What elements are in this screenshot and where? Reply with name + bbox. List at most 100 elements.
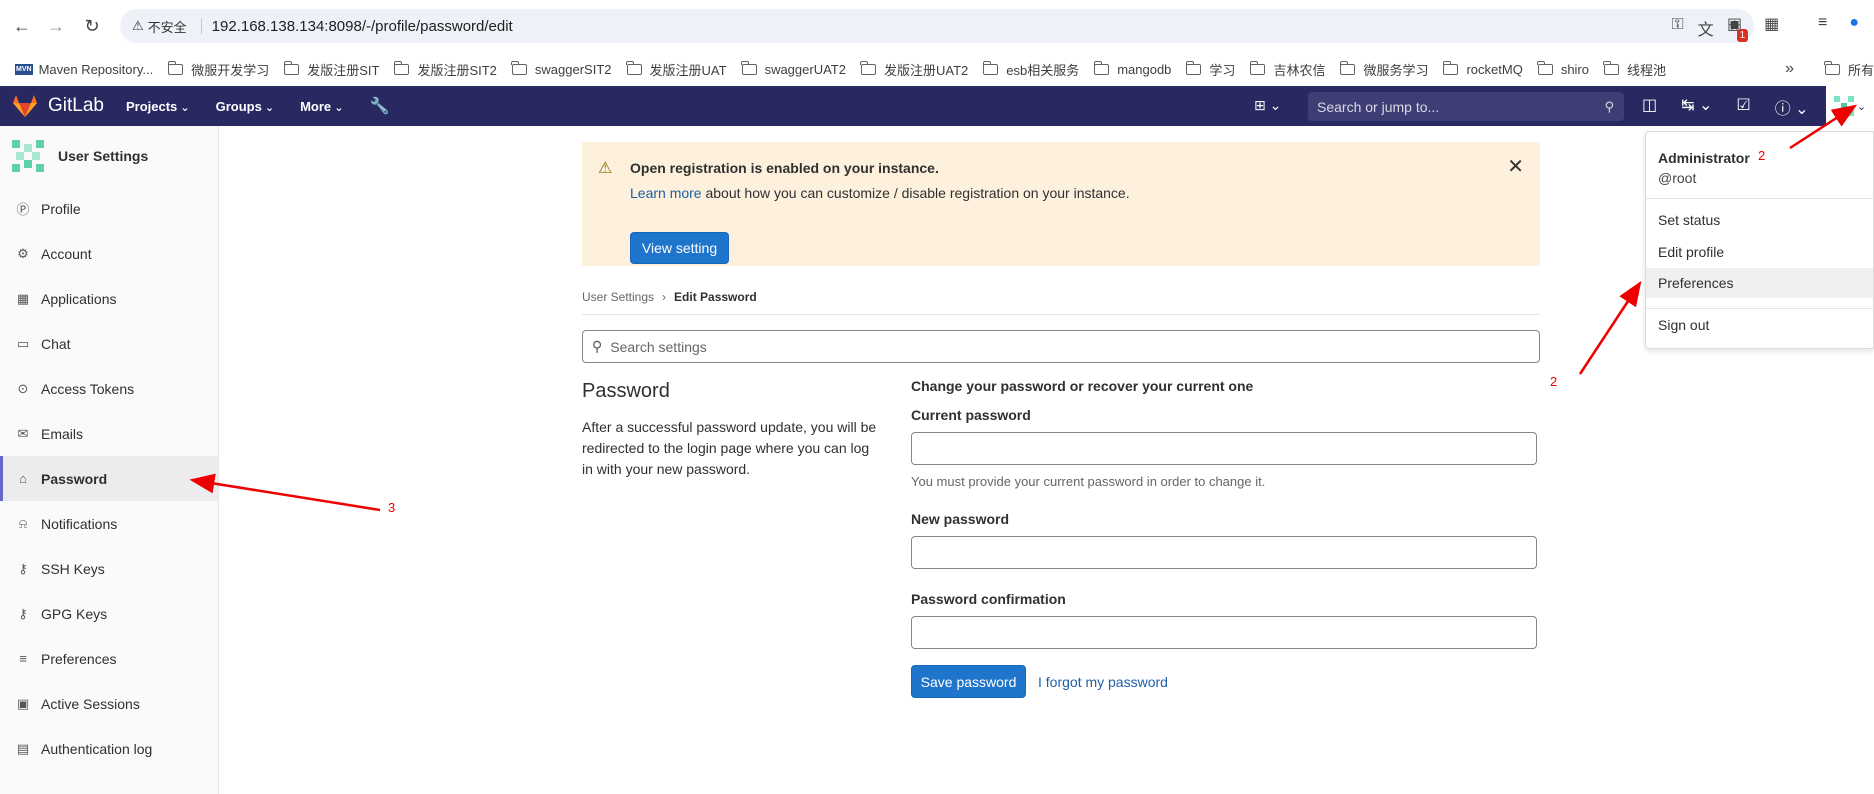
folder-icon [625, 60, 642, 75]
url-text[interactable]: 192.168.138.134:8098/-/profile/password/… [212, 18, 513, 35]
preferences-item[interactable]: Preferences [1646, 268, 1873, 298]
more-menu[interactable]: More [300, 99, 343, 114]
folder-icon [1537, 60, 1553, 75]
sidebar-item-access-tokens[interactable]: ⊙ Access Tokens [0, 366, 218, 411]
puzzle-extensions-icon[interactable]: ▦ [1764, 14, 1779, 34]
sidebar-item-active-sessions[interactable]: ▣ Active Sessions [0, 681, 218, 726]
bookmark-item[interactable]: swaggerUAT2 [740, 60, 846, 77]
bookmark-item[interactable]: 发版注册SIT2 [393, 60, 497, 79]
breadcrumb-parent[interactable]: User Settings [582, 290, 654, 304]
bookmark-item[interactable]: 学习 [1185, 60, 1235, 79]
password-key-icon[interactable]: ⚿ [1671, 16, 1683, 40]
sidebar-item-authentication-log[interactable]: ▤ Authentication log [0, 726, 218, 771]
bookmark-item[interactable]: MVN Maven Repository... [15, 62, 153, 77]
bookmark-item[interactable]: 发版注册UAT [625, 60, 727, 79]
bookmark-item[interactable]: 微服开发学习 [167, 60, 269, 79]
bookmarks-overflow-icon[interactable]: » [1785, 60, 1794, 78]
breadcrumb: User Settings › Edit Password [582, 283, 1540, 315]
folder-icon [982, 60, 999, 75]
sidebar-item-preferences[interactable]: ≡ Preferences [0, 636, 218, 681]
set-status-item[interactable]: Set status [1646, 205, 1873, 235]
alert-body: Learn more about how you can customize /… [630, 185, 1130, 201]
groups-menu[interactable]: Groups [216, 99, 275, 114]
registration-alert: ⚠ Open registration is enabled on your i… [582, 142, 1540, 266]
new-plus-icon[interactable]: ⊞ ⌄ [1254, 97, 1281, 114]
annotation-label-2a: 2 [1758, 148, 1766, 163]
divider [1646, 198, 1873, 199]
sidebar-item-label: GPG Keys [41, 605, 108, 622]
sidebar-item-chat[interactable]: ▭ Chat [0, 321, 218, 366]
all-bookmarks[interactable]: 所有 [1824, 60, 1874, 79]
bookmark-item[interactable]: 线程池 [1603, 60, 1666, 79]
bookmark-item[interactable]: swaggerSIT2 [511, 60, 612, 77]
bookmark-item[interactable]: 吉林农信 [1249, 60, 1325, 79]
password-confirmation-field[interactable] [911, 616, 1537, 649]
back-icon[interactable]: ← [10, 14, 34, 38]
sidebar-item-label: Preferences [41, 650, 117, 667]
bookmark-item[interactable]: rocketMQ [1442, 60, 1523, 77]
sidebar-item-notifications[interactable]: ⍾ Notifications [0, 501, 218, 546]
forgot-password-link[interactable]: I forgot my password [1038, 674, 1168, 690]
warning-icon: ⚠ [132, 18, 144, 33]
new-password-field[interactable] [911, 536, 1537, 569]
security-indicator[interactable]: ⚠ 不安全 [132, 17, 202, 36]
search-settings-input[interactable]: ⚲ Search settings [582, 330, 1540, 363]
translate-icon[interactable]: 文 [1698, 16, 1714, 40]
reload-icon[interactable]: ↻ [80, 14, 104, 38]
learn-more-link[interactable]: Learn more [630, 185, 702, 201]
search-icon: ⚲ [592, 338, 603, 354]
profile-avatar-icon[interactable]: ● [1849, 14, 1859, 32]
bookmark-item[interactable]: 发版注册SIT [283, 60, 379, 79]
address-bar[interactable]: ⚠ 不安全 192.168.138.134:8098/-/profile/pas… [120, 9, 1754, 43]
view-setting-button[interactable]: View setting [630, 232, 729, 264]
sign-out-item[interactable]: Sign out [1646, 310, 1873, 340]
folder-icon [1442, 60, 1459, 75]
bookmark-item[interactable]: 发版注册UAT2 [860, 60, 968, 79]
edit-profile-item[interactable]: Edit profile [1646, 237, 1873, 267]
admin-wrench-icon[interactable]: 🔧 [369, 96, 389, 116]
token-icon: ⊙ [17, 380, 29, 396]
todos-icon[interactable]: ☑ [1736, 95, 1750, 119]
close-icon[interactable]: ✕ [1507, 154, 1524, 179]
current-password-field[interactable] [911, 432, 1537, 465]
sidebar-item-label: Access Tokens [41, 380, 135, 397]
sidebar-item-ssh-keys[interactable]: ⚷ SSH Keys [0, 546, 218, 591]
global-search-input[interactable]: Search or jump to... ⚲ [1308, 92, 1624, 121]
profile-icon: Ⓟ [16, 202, 30, 217]
user-avatar-button[interactable]: ⌄ [1826, 86, 1874, 126]
bookmark-item[interactable]: mangodb [1093, 60, 1171, 77]
sidebar-item-profile[interactable]: Ⓟ Profile [0, 186, 218, 231]
gitlab-brand[interactable]: GitLab [48, 95, 104, 117]
sidebar-item-emails[interactable]: ✉ Emails [0, 411, 218, 456]
sidebar-header[interactable]: User Settings [0, 126, 218, 186]
folder-icon [511, 60, 527, 75]
bookmarks-bar: MVN Maven Repository... 微服开发学习 发版注册SIT 发版注册S… [0, 52, 1874, 86]
sidebar-item-label: Password [41, 470, 108, 487]
bookmark-item[interactable]: esb相关服务 [982, 60, 1079, 79]
folder-icon [393, 60, 410, 75]
sidebar-item-password[interactable]: ⌂ Password [0, 456, 218, 501]
forward-icon[interactable]: → [44, 14, 68, 38]
bookmark-item[interactable]: shiro [1537, 60, 1589, 77]
gitlab-logo-icon[interactable] [12, 94, 38, 118]
sidebar-item-applications[interactable]: ▦ Applications [0, 276, 218, 321]
issues-icon[interactable]: ◫ [1642, 95, 1657, 119]
current-password-help: You must provide your current password i… [911, 474, 1266, 489]
folder-icon [167, 60, 184, 75]
avatar [1833, 96, 1854, 116]
new-password-label: New password [911, 511, 1010, 527]
sidebar-item-gpg-keys[interactable]: ⚷ GPG Keys [0, 591, 218, 636]
save-password-button[interactable]: Save password [911, 665, 1026, 698]
chevron-down-icon: ⌄ [1856, 100, 1867, 113]
projects-menu[interactable]: Projects [126, 99, 190, 114]
bookmark-item[interactable]: 微服务学习 [1339, 60, 1428, 79]
help-icon[interactable]: ⓘ ⌄ [1775, 95, 1809, 119]
dropdown-user-name[interactable]: Administrator [1658, 150, 1750, 166]
media-icon[interactable]: ≡ [1818, 14, 1827, 32]
preferences-icon: ≡ [19, 651, 27, 666]
sidebar-item-label: Active Sessions [41, 695, 140, 712]
merge-requests-icon[interactable]: ↹ ⌄ [1681, 95, 1712, 119]
sidebar-item-account[interactable]: ⚙ Account [0, 231, 218, 276]
account-icon: ⚙ [17, 245, 29, 261]
extension-icon[interactable]: ▣ 1 [1727, 14, 1749, 42]
